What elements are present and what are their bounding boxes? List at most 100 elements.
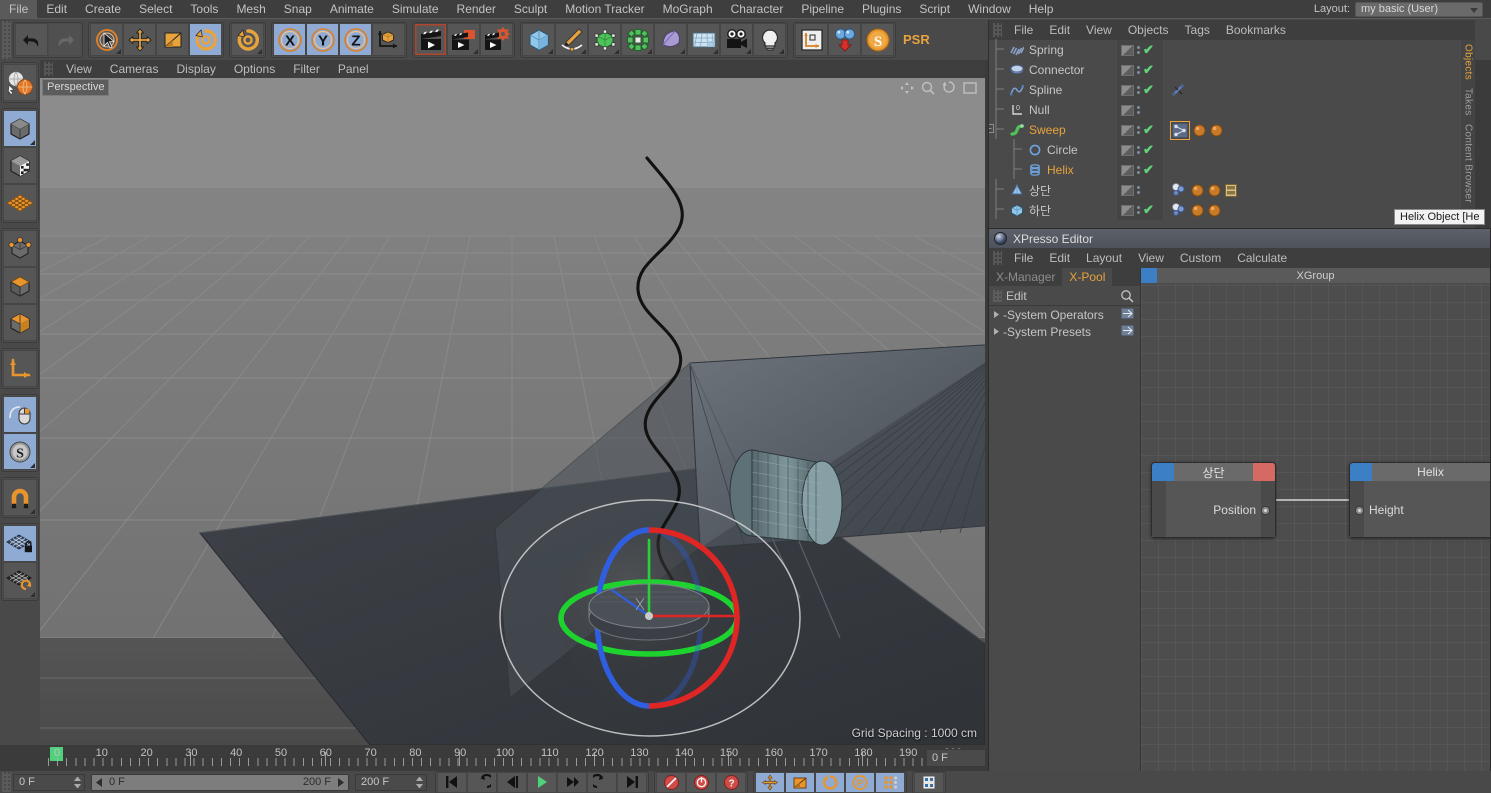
object-axis-button[interactable]: [3, 350, 37, 387]
object-row[interactable]: Spring ✔: [989, 38, 1475, 60]
menu-item-file[interactable]: File: [0, 0, 38, 18]
xpresso-tree-item[interactable]: -System Operators: [989, 306, 1140, 323]
spinner-icon[interactable]: [74, 776, 81, 788]
enabled-check-icon[interactable]: ✔: [1143, 203, 1154, 216]
object-manager-grip[interactable]: [993, 23, 1002, 37]
next-key-button[interactable]: [587, 771, 617, 793]
enabled-check-icon[interactable]: ✔: [1143, 43, 1154, 56]
menu-item-animate[interactable]: Animate: [321, 0, 383, 18]
workplane-rotate-button[interactable]: [3, 562, 37, 599]
layer-color-swatch[interactable]: [1121, 124, 1134, 136]
object-visibility-cell[interactable]: [1117, 100, 1163, 120]
visibility-dots-icon[interactable]: [1137, 126, 1140, 134]
range-left-arrow-icon[interactable]: [94, 777, 105, 788]
object-visibility-cell[interactable]: ✔: [1117, 160, 1163, 180]
object-manager-menu-bookmarks[interactable]: Bookmarks: [1218, 20, 1294, 40]
texture-mode-button[interactable]: [3, 147, 37, 184]
lock-z-button[interactable]: Z: [339, 23, 372, 56]
menu-item-sculpt[interactable]: Sculpt: [505, 0, 556, 18]
rotate-button[interactable]: [189, 23, 222, 56]
xpresso-tab-x-pool[interactable]: X-Pool: [1062, 268, 1113, 286]
object-name-cell[interactable]: 하단: [989, 198, 1117, 222]
port-dot-icon[interactable]: [1355, 505, 1364, 515]
object-manager-menu-view[interactable]: View: [1078, 20, 1120, 40]
previous-key-button[interactable]: [467, 771, 497, 793]
menu-item-mograph[interactable]: MoGraph: [654, 0, 722, 18]
visibility-dots-icon[interactable]: [1137, 106, 1140, 114]
go-to-start-button[interactable]: [437, 771, 467, 793]
menu-item-character[interactable]: Character: [722, 0, 793, 18]
xpresso-tree-item[interactable]: -System Presets: [989, 323, 1140, 340]
xpresso-menu-custom[interactable]: Custom: [1172, 248, 1229, 268]
xpresso-tab-x-manager[interactable]: X-Manager: [989, 268, 1062, 286]
simulate-button[interactable]: S: [861, 23, 894, 56]
viewport-solo-button[interactable]: [3, 184, 37, 221]
xpresso-menu-file[interactable]: File: [1006, 248, 1041, 268]
object-row[interactable]: 0 Null: [989, 98, 1475, 120]
current-frame-input[interactable]: 0 F: [13, 773, 85, 791]
menu-item-mesh[interactable]: Mesh: [227, 0, 274, 18]
operator-icon[interactable]: [1120, 324, 1135, 339]
node-output-port-area[interactable]: [1253, 463, 1275, 481]
object-tags-cell[interactable]: [1163, 183, 1475, 197]
undo-view-button[interactable]: [3, 64, 37, 101]
render-settings-button[interactable]: [480, 23, 513, 56]
xpresso-node-canvas[interactable]: XGroup 상단 Position Helix Height: [1141, 268, 1490, 793]
side-tab-takes[interactable]: Takes: [1463, 84, 1474, 120]
lock-x-button[interactable]: X: [273, 23, 306, 56]
visibility-dots-icon[interactable]: [1137, 146, 1140, 154]
search-icon[interactable]: [1120, 289, 1134, 303]
snap-button[interactable]: [3, 479, 37, 516]
menu-item-snap[interactable]: Snap: [275, 0, 321, 18]
xpresso-menu-calculate[interactable]: Calculate: [1229, 248, 1295, 268]
node-input-strip[interactable]: [1152, 481, 1166, 537]
xpresso-menu-view[interactable]: View: [1130, 248, 1172, 268]
xpresso-title-bar[interactable]: XPresso Editor: [989, 229, 1490, 248]
menu-item-render[interactable]: Render: [448, 0, 505, 18]
timeline-ticks[interactable]: 0 10 20 30 40 50 60 70 80 90 100 110 120 130 140 150 160…: [40, 745, 985, 771]
object-visibility-cell[interactable]: ✔: [1117, 80, 1163, 100]
mograph-button[interactable]: [621, 23, 654, 56]
enabled-check-icon[interactable]: ✔: [1143, 83, 1154, 96]
visibility-dots-icon[interactable]: [1137, 166, 1140, 174]
material-tag-icon[interactable]: [1210, 123, 1223, 137]
live-selection-button[interactable]: [90, 23, 123, 56]
cube-primitive-button[interactable]: [522, 23, 555, 56]
preview-range-slider[interactable]: 0 F 200 F: [91, 773, 349, 791]
dynamics-button[interactable]: [828, 23, 861, 56]
menu-item-motion-tracker[interactable]: Motion Tracker: [556, 0, 653, 18]
node-header[interactable]: 상단: [1152, 463, 1275, 481]
generator-button[interactable]: [588, 23, 621, 56]
chevron-right-icon[interactable]: [989, 310, 1003, 319]
bottom-bar-grip[interactable]: [2, 772, 11, 792]
object-row[interactable]: Spline ✔: [989, 78, 1475, 100]
node-object-sangdan[interactable]: 상단 Position: [1151, 462, 1276, 538]
enabled-check-icon[interactable]: ✔: [1143, 63, 1154, 76]
viewport-3d[interactable]: Perspective Grid Spacing : 1000 cm Y X Z: [40, 78, 985, 745]
object-visibility-cell[interactable]: [1117, 180, 1163, 200]
autokeying-button[interactable]: [686, 771, 716, 793]
spline-tag-icon[interactable]: [1171, 83, 1186, 97]
point-level-animation-button[interactable]: [875, 771, 905, 793]
viewport-menu-grip[interactable]: [44, 62, 53, 76]
material-tag-icon[interactable]: [1191, 203, 1204, 217]
keyframe-selection-button[interactable]: ?: [716, 771, 746, 793]
object-manager-menu-file[interactable]: File: [1006, 20, 1041, 40]
operator-icon[interactable]: [1120, 307, 1135, 322]
menu-item-help[interactable]: Help: [1020, 0, 1063, 18]
parameter-key-button[interactable]: P: [845, 771, 875, 793]
visibility-dots-icon[interactable]: [1137, 66, 1140, 74]
layer-color-swatch[interactable]: [1121, 204, 1134, 216]
s-tool-button[interactable]: S: [3, 433, 37, 470]
xpresso-menu-edit[interactable]: Edit: [1041, 248, 1078, 268]
scale-key-button[interactable]: [785, 771, 815, 793]
menu-item-window[interactable]: Window: [959, 0, 1020, 18]
axis-helper-button[interactable]: [795, 23, 828, 56]
edges-mode-button[interactable]: [3, 267, 37, 304]
object-row[interactable]: Connector ✔: [989, 58, 1475, 80]
deformer-button[interactable]: [654, 23, 687, 56]
layer-color-swatch[interactable]: [1121, 44, 1134, 56]
node-input-port-area[interactable]: [1350, 463, 1372, 481]
object-row[interactable]: Circle ✔: [989, 138, 1475, 160]
next-frame-button[interactable]: [557, 771, 587, 793]
